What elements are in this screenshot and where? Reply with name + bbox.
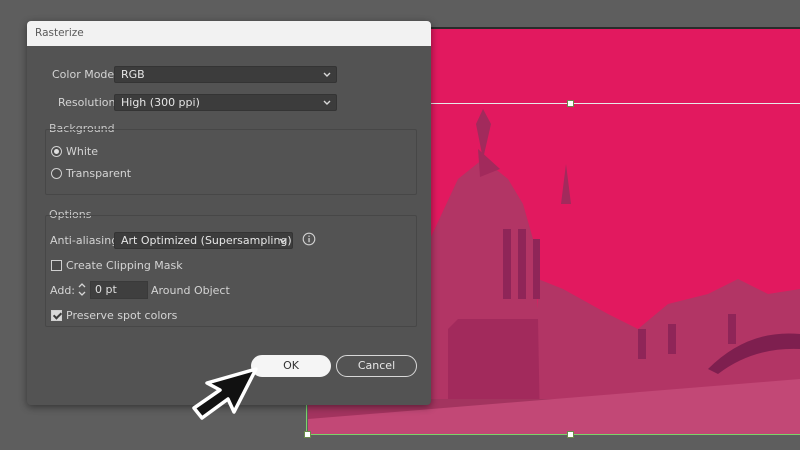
resolution-label: Resolution: — [58, 96, 120, 109]
color-model-select[interactable]: RGB — [114, 66, 337, 83]
background-white-radio[interactable] — [51, 146, 62, 157]
anti-aliasing-select[interactable]: Art Optimized (Supersampling) — [114, 232, 293, 249]
rasterize-dialog: Rasterize Color Model: RGB Resolution: H… — [27, 21, 431, 405]
around-object-label: Around Object — [151, 284, 230, 297]
info-icon[interactable] — [302, 232, 316, 246]
selection-bottom-edge — [306, 434, 800, 435]
resolution-select[interactable]: High (300 ppi) — [114, 94, 337, 111]
anti-aliasing-value: Art Optimized (Supersampling) — [121, 234, 292, 247]
stepper-icon[interactable] — [77, 281, 87, 298]
dialog-title: Rasterize — [27, 21, 431, 46]
arrow-cursor-icon — [192, 367, 258, 420]
background-transparent-radio[interactable] — [51, 168, 62, 179]
color-model-label: Color Model: — [52, 68, 121, 81]
clipping-mask-label[interactable]: Create Clipping Mask — [66, 259, 183, 272]
preserve-spot-colors-label[interactable]: Preserve spot colors — [66, 309, 177, 322]
chevron-down-icon — [279, 238, 287, 243]
preserve-spot-colors-checkbox[interactable] — [51, 310, 62, 321]
selection-handle-bottom-left[interactable] — [304, 431, 311, 438]
clipping-mask-checkbox[interactable] — [51, 260, 62, 271]
color-model-value: RGB — [121, 68, 145, 81]
selection-handle-top-middle[interactable] — [567, 100, 574, 107]
ok-button[interactable]: OK — [251, 355, 331, 377]
background-group — [45, 129, 417, 195]
anti-aliasing-label: Anti-aliasing: — [50, 234, 122, 247]
background-transparent-label[interactable]: Transparent — [66, 167, 131, 180]
background-white-label[interactable]: White — [66, 145, 98, 158]
cancel-button[interactable]: Cancel — [336, 355, 417, 377]
add-label: Add: — [50, 284, 76, 297]
selection-handle-bottom-middle[interactable] — [567, 431, 574, 438]
chevron-down-icon — [323, 100, 331, 105]
chevron-down-icon — [323, 72, 331, 77]
add-amount-input[interactable]: 0 pt — [90, 281, 148, 299]
resolution-value: High (300 ppi) — [121, 96, 200, 109]
selection-top-edge — [428, 103, 800, 104]
